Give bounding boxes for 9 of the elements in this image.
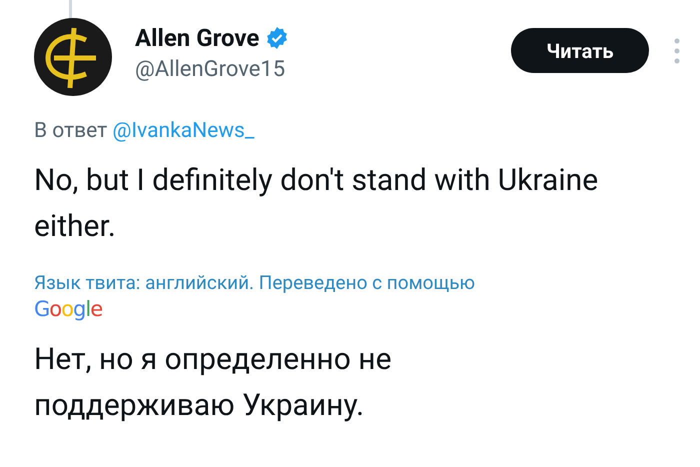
more-icon[interactable] bbox=[674, 38, 680, 64]
translated-text: Нет, но я определенно не поддерживаю Украину. bbox=[34, 341, 392, 425]
tweet-text: No, but I definitely don't stand with Ukraine either. bbox=[34, 162, 600, 246]
author-name[interactable]: Allen Grove bbox=[135, 22, 260, 54]
author-handle[interactable]: @AllenGrove15 bbox=[135, 54, 290, 86]
follow-button[interactable]: Читать bbox=[511, 28, 649, 73]
translation-note[interactable]: Язык твита: английский. Переведено с помощью bbox=[34, 270, 680, 296]
google-logo: Google bbox=[34, 296, 102, 322]
reply-label: В ответ bbox=[34, 119, 108, 143]
